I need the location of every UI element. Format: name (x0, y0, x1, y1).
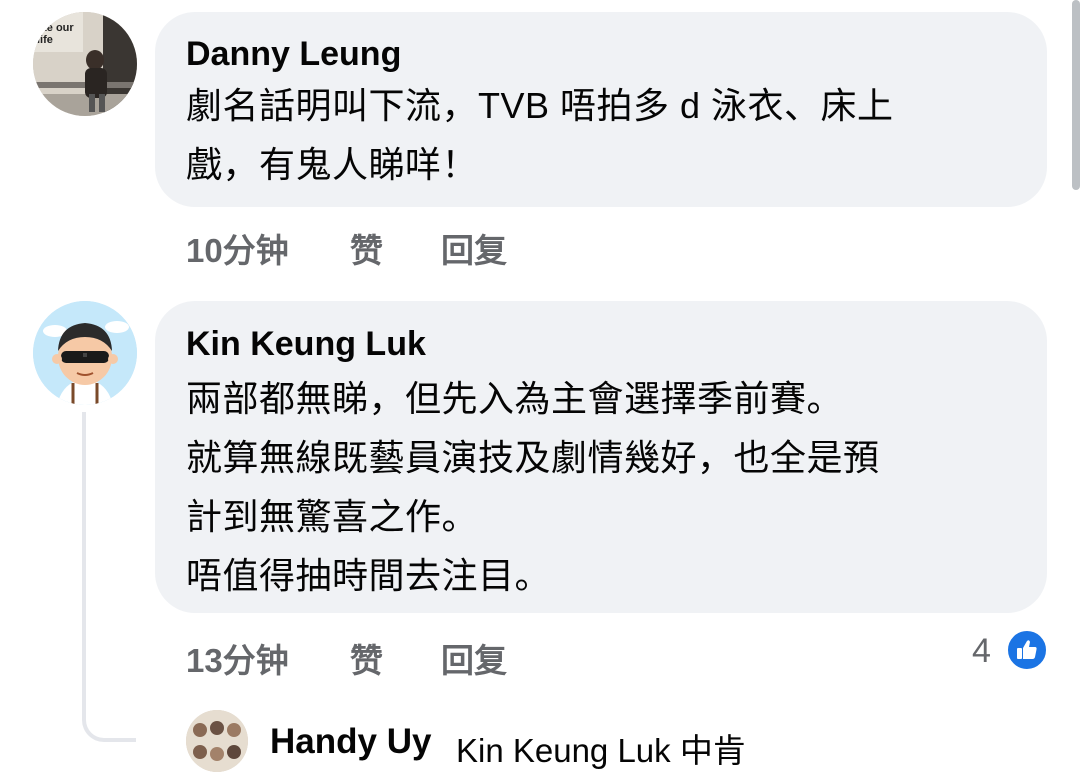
like-button[interactable]: 赞 (350, 224, 383, 272)
cartoon-avatar-icon (33, 301, 137, 405)
comment-timestamp[interactable]: 13分钟 (186, 634, 289, 682)
reply-button[interactable]: 回复 (441, 634, 507, 682)
like-button[interactable]: 赞 (350, 634, 383, 682)
comment-timestamp[interactable]: 10分钟 (186, 224, 289, 272)
avatar-danny-leung[interactable]: ste our life (33, 12, 137, 116)
scrollbar[interactable] (1072, 0, 1080, 190)
comment-text-line: 戲，有鬼人睇咩！ (186, 144, 479, 185)
thumb-glyph (1017, 640, 1037, 659)
avatar-kin-keung-luk[interactable] (33, 301, 137, 405)
reply-author[interactable]: Handy Uy (270, 722, 431, 762)
comment-text-line: 兩部都無睇，但先入為主會選擇季前賽。 (186, 378, 844, 419)
like-thumb-icon[interactable] (1006, 629, 1048, 671)
reply-button[interactable]: 回复 (441, 224, 507, 272)
avatar-collage (186, 710, 248, 772)
avatar-handy-uy[interactable] (186, 710, 248, 772)
comment-author[interactable]: Kin Keung Luk (186, 324, 426, 364)
comment-text-line: 唔值得抽時間去注目。 (186, 555, 552, 596)
comment-author[interactable]: Danny Leung (186, 34, 401, 74)
comment-text-line: 計到無驚喜之作。 (186, 496, 479, 537)
comment-text-line: 就算無線既藝員演技及劇情幾好，也全是預 (186, 437, 880, 478)
avatar-sign-text: ste our life (37, 22, 74, 46)
comment-text-line: 劇名話明叫下流，TVB 唔拍多 d 泳衣、床上 (186, 85, 894, 126)
reply-text: Kin Keung Luk 中肯 (456, 732, 746, 769)
reaction-count[interactable]: 4 (972, 632, 991, 671)
reply-thread-line (82, 412, 136, 742)
